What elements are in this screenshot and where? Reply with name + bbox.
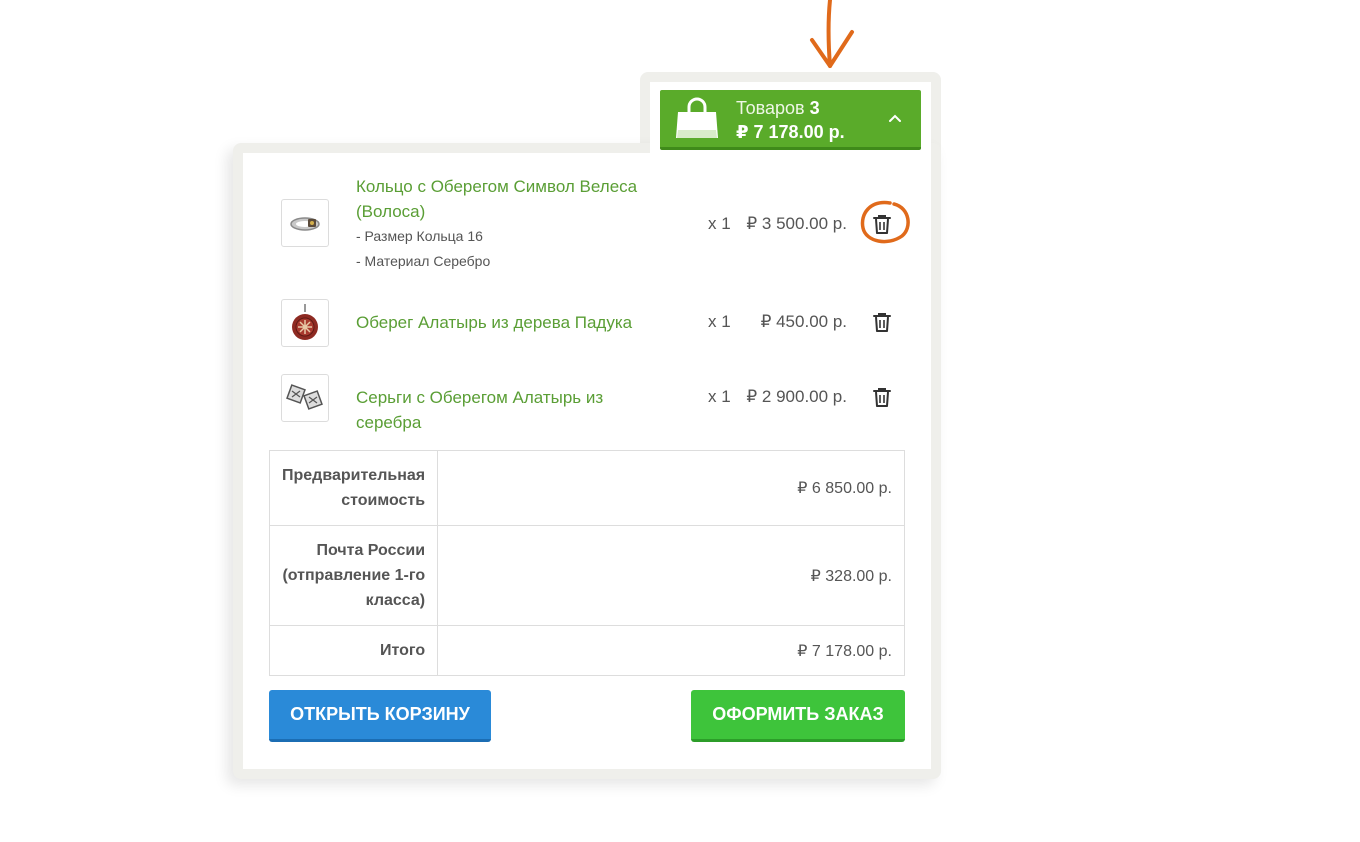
product-name-link[interactable]: Кольцо с Оберегом Символ Велеса (Волоса)… bbox=[356, 174, 656, 274]
product-option-material: - Материал Серебро bbox=[356, 253, 491, 269]
cart-item: Серьги с Оберегом Алатырь из серебра x 1… bbox=[281, 373, 901, 432]
chevron-up-icon bbox=[889, 114, 901, 122]
product-name-link[interactable]: Оберег Алатырь из дерева Падука bbox=[356, 310, 656, 335]
table-row: Предварительная стоимость ₽ 6 850.00 р. bbox=[268, 450, 905, 526]
item-price: ₽ 3 500.00 р. bbox=[746, 214, 847, 233]
ring-image-icon bbox=[290, 217, 320, 231]
shipping-value: ₽ 328.00 р. bbox=[437, 525, 905, 626]
cart-item: Кольцо с Оберегом Символ Велеса (Волоса)… bbox=[281, 174, 901, 274]
cart-items-label: Товаров bbox=[736, 98, 805, 118]
product-name-link[interactable]: Серьги с Оберегом Алатырь из серебра bbox=[356, 385, 656, 435]
annotation-circle-icon bbox=[860, 200, 910, 244]
subtotal-label: Предварительная стоимость bbox=[268, 450, 439, 526]
open-cart-button[interactable]: ОТКРЫТЬ КОРЗИНУ bbox=[269, 690, 491, 742]
amulet-image-icon bbox=[292, 304, 318, 340]
trash-icon[interactable] bbox=[873, 312, 891, 332]
product-thumbnail[interactable] bbox=[281, 199, 329, 247]
cart-items-count: Товаров 3 bbox=[736, 98, 820, 119]
annotation-arrow-icon bbox=[810, 0, 854, 68]
product-thumbnail[interactable] bbox=[281, 299, 329, 347]
item-quantity: x 1 bbox=[708, 312, 731, 331]
subtotal-value: ₽ 6 850.00 р. bbox=[437, 450, 905, 526]
cart-item: Оберег Алатырь из дерева Падука x 1 ₽ 45… bbox=[281, 298, 901, 348]
grand-total-label: Итого bbox=[268, 625, 439, 676]
checkout-button[interactable]: ОФОРМИТЬ ЗАКАЗ bbox=[691, 690, 905, 742]
item-price: ₽ 2 900.00 р. bbox=[746, 387, 847, 406]
product-name[interactable]: Кольцо с Оберегом Символ Велеса (Волоса) bbox=[356, 174, 656, 224]
item-price: ₽ 450.00 р. bbox=[760, 312, 847, 331]
table-row: Итого ₽ 7 178.00 р. bbox=[268, 625, 905, 676]
product-option-size: - Размер Кольца 16 bbox=[356, 228, 483, 244]
earrings-image-icon bbox=[286, 384, 323, 410]
cart-total: ₽ 7 178.00 р. bbox=[736, 122, 845, 142]
item-quantity: x 1 bbox=[708, 387, 731, 406]
product-thumbnail[interactable] bbox=[281, 374, 329, 422]
shipping-label: Почта России (отправление 1-го класса) bbox=[268, 525, 439, 626]
cart-toggle-button[interactable]: Товаров 3 ₽ 7 178.00 р. bbox=[660, 90, 921, 150]
item-quantity: x 1 bbox=[708, 214, 731, 233]
table-row: Почта России (отправление 1-го класса) ₽… bbox=[268, 525, 905, 626]
grand-total-value: ₽ 7 178.00 р. bbox=[437, 625, 905, 676]
cart-items-number: 3 bbox=[809, 98, 820, 118]
totals-table: Предварительная стоимость ₽ 6 850.00 р. … bbox=[268, 450, 905, 676]
shopping-bag-icon bbox=[676, 97, 718, 138]
trash-icon[interactable] bbox=[873, 387, 891, 407]
